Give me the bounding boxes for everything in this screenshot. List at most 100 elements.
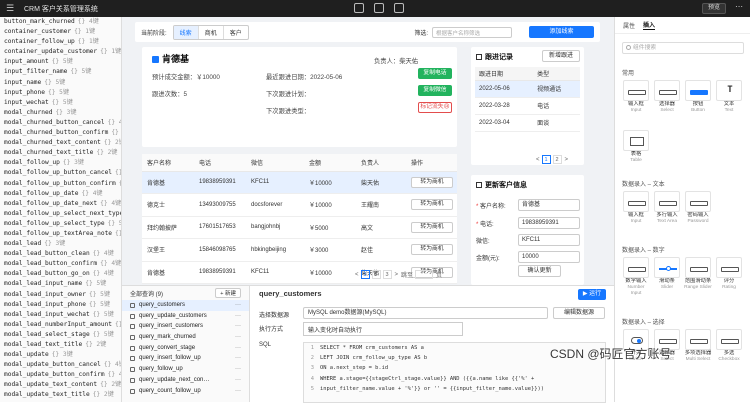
hamburger-icon[interactable]: ☰: [6, 3, 16, 14]
variable-item[interactable]: modal_follow_up_textArea_note{} 5键: [0, 229, 121, 239]
convert-to-opportunity-button[interactable]: 转为商机: [411, 176, 453, 188]
variable-item[interactable]: modal_lead_numberInput_amount{} 5键: [0, 320, 121, 330]
exec-mode-select[interactable]: 输入变化时自动执行: [303, 322, 463, 336]
tab-insert[interactable]: 插入: [643, 20, 656, 30]
query-more-icon[interactable]: ···: [235, 386, 241, 397]
query-item[interactable]: query_customers ···: [122, 300, 249, 311]
table-row[interactable]: 德克士 13493009755 docsforever ￥10000 王耀南 转为商机: [142, 193, 457, 217]
query-more-icon[interactable]: ···: [235, 300, 241, 311]
component-item[interactable]: 数字输入 Number Input: [622, 257, 650, 297]
next-page-button[interactable]: >: [565, 157, 569, 163]
query-item[interactable]: query_count_follow_up ···: [122, 386, 249, 397]
field-input[interactable]: 19838959391: [518, 217, 580, 229]
table-row[interactable]: 2022-03-04 面谈: [475, 114, 580, 132]
variable-item[interactable]: input_wechat{} 5键: [0, 98, 121, 108]
column-header[interactable]: 负责人: [356, 154, 406, 172]
convert-to-opportunity-button[interactable]: 转为商机: [411, 199, 453, 211]
component-item[interactable]: 按钮 Button: [684, 80, 712, 114]
layout-left-icon[interactable]: [354, 3, 364, 13]
variable-item[interactable]: modal_lead_button_go_on{} 4键: [0, 269, 121, 279]
component-item[interactable]: 密码输入 Password: [684, 191, 712, 225]
component-search-input[interactable]: 组件搜索: [622, 42, 744, 54]
variable-item[interactable]: modal_lead_button_confirm{} 4键: [0, 259, 121, 269]
layout-right-icon[interactable]: [394, 3, 404, 13]
stage-tab-lead[interactable]: 线索: [173, 25, 198, 39]
table-row[interactable]: 2022-03-28 电话: [475, 97, 580, 115]
query-item[interactable]: query_mark_churned ···: [122, 332, 249, 343]
run-button[interactable]: ▶ 运行: [578, 289, 606, 300]
more-icon[interactable]: ⋯: [735, 2, 743, 11]
layout-bottom-icon[interactable]: [374, 3, 384, 13]
variable-item[interactable]: modal_lead_input_owner{} 5键: [0, 290, 121, 300]
next-page-button[interactable]: >: [395, 272, 399, 278]
query-item[interactable]: query_follow_up ···: [122, 364, 249, 375]
page-button[interactable]: 3: [382, 270, 392, 279]
component-item[interactable]: 输入框 Input: [622, 80, 650, 114]
component-item[interactable]: 多行输入 Text Area: [653, 191, 681, 225]
column-header[interactable]: 金额: [304, 154, 356, 172]
copy-wechat-button[interactable]: 复制微信: [418, 85, 452, 96]
component-item[interactable]: 多选 Checkbox: [715, 329, 743, 363]
query-more-icon[interactable]: ···: [235, 311, 241, 322]
table-row[interactable]: 肯德基 19838959391 KFC11 ￥10000 柴天佑 转为商机: [142, 171, 457, 194]
convert-to-opportunity-button[interactable]: 转为商机: [411, 221, 453, 233]
page-button[interactable]: 2: [552, 155, 562, 164]
convert-to-opportunity-button[interactable]: 转为商机: [411, 244, 453, 256]
page-button[interactable]: 1: [360, 270, 370, 279]
column-header[interactable]: 客户名称: [142, 154, 194, 172]
variable-item[interactable]: modal_follow_up_select_next_type: [0, 209, 121, 219]
query-title[interactable]: query_customers: [259, 289, 322, 298]
add-lead-button[interactable]: 添加线索: [529, 26, 594, 38]
preview-button[interactable]: 预览: [701, 3, 726, 14]
query-more-icon[interactable]: ···: [235, 364, 241, 375]
component-item[interactable]: 选择器 Select: [653, 80, 681, 114]
column-header[interactable]: 类型: [533, 67, 580, 81]
query-more-icon[interactable]: ···: [235, 321, 241, 332]
tab-properties[interactable]: 属性: [623, 21, 635, 30]
variable-item[interactable]: input_filter_name{} 5键: [0, 67, 121, 77]
query-item[interactable]: query_insert_customers ···: [122, 321, 249, 332]
datasource-select[interactable]: MySQL demo数据源(MySQL): [303, 307, 548, 319]
query-more-icon[interactable]: ···: [235, 353, 241, 364]
query-item[interactable]: query_insert_follow_up ···: [122, 353, 249, 364]
confirm-update-button[interactable]: 确认更新: [518, 265, 561, 277]
component-item[interactable]: T 文本 Text: [715, 80, 743, 114]
variable-item[interactable]: modal_lead_input_phone{} 5键: [0, 300, 121, 310]
variable-item[interactable]: modal_lead_input_wechat{} 5键: [0, 310, 121, 320]
variable-item[interactable]: modal_follow_up_select_type{} 5键: [0, 219, 121, 229]
variable-item[interactable]: modal_lead{} 3键: [0, 239, 121, 249]
variable-item[interactable]: modal_update_text_title{} 2键: [0, 390, 121, 400]
new-follow-up-button[interactable]: 新增跟进: [542, 50, 580, 62]
query-item[interactable]: query_update_next_con… ···: [122, 375, 249, 386]
variable-item[interactable]: modal_update_button_confirm{} 4键: [0, 370, 121, 380]
field-input[interactable]: 肯德基: [518, 199, 580, 211]
stage-tab-opportunity[interactable]: 商机: [197, 25, 223, 39]
variable-item[interactable]: modal_update_text_content{} 2键: [0, 380, 121, 390]
component-item[interactable]: 输入框 Input: [622, 191, 650, 225]
page-button[interactable]: 1: [541, 155, 551, 164]
component-item[interactable]: 多项选择器 Multi Select: [684, 329, 712, 363]
variable-item[interactable]: modal_lead_input_name{} 5键: [0, 279, 121, 289]
variable-item[interactable]: modal_churned_button_confirm{} 4键: [0, 128, 121, 138]
variable-item[interactable]: modal_update{} 3键: [0, 350, 121, 360]
variable-item[interactable]: container_customer{} 1键: [0, 27, 121, 37]
table-row[interactable]: 2022-05-06 视频通话: [475, 80, 580, 98]
copy-phone-button[interactable]: 复制电话: [418, 68, 452, 79]
page-button[interactable]: 2: [371, 270, 381, 279]
variable-item[interactable]: modal_follow_up_button_confirm{} 4键: [0, 179, 121, 189]
prev-page-button[interactable]: <: [355, 272, 359, 278]
variable-item[interactable]: modal_churned{} 3键: [0, 108, 121, 118]
component-item[interactable]: 范围滑动条 Range Slider: [684, 257, 712, 291]
variable-item[interactable]: modal_churned_button_cancel{} 4键: [0, 118, 121, 128]
query-item[interactable]: query_update_customers ···: [122, 311, 249, 322]
prev-page-button[interactable]: <: [536, 157, 540, 163]
variable-item[interactable]: container_update_customer{} 1键: [0, 47, 121, 57]
variable-item[interactable]: modal_churned_text_title{} 2键: [0, 148, 121, 158]
variable-item[interactable]: modal_lead_button_clean{} 4键: [0, 249, 121, 259]
variable-item[interactable]: input_name{} 5键: [0, 78, 121, 88]
component-item[interactable]: 表格 Table: [622, 130, 650, 164]
query-more-icon[interactable]: ···: [235, 343, 241, 354]
variable-item[interactable]: modal_lead_select_stage{} 5键: [0, 330, 121, 340]
column-header[interactable]: 电话: [194, 154, 246, 172]
mark-churned-button[interactable]: 标记流失😢: [418, 102, 452, 113]
